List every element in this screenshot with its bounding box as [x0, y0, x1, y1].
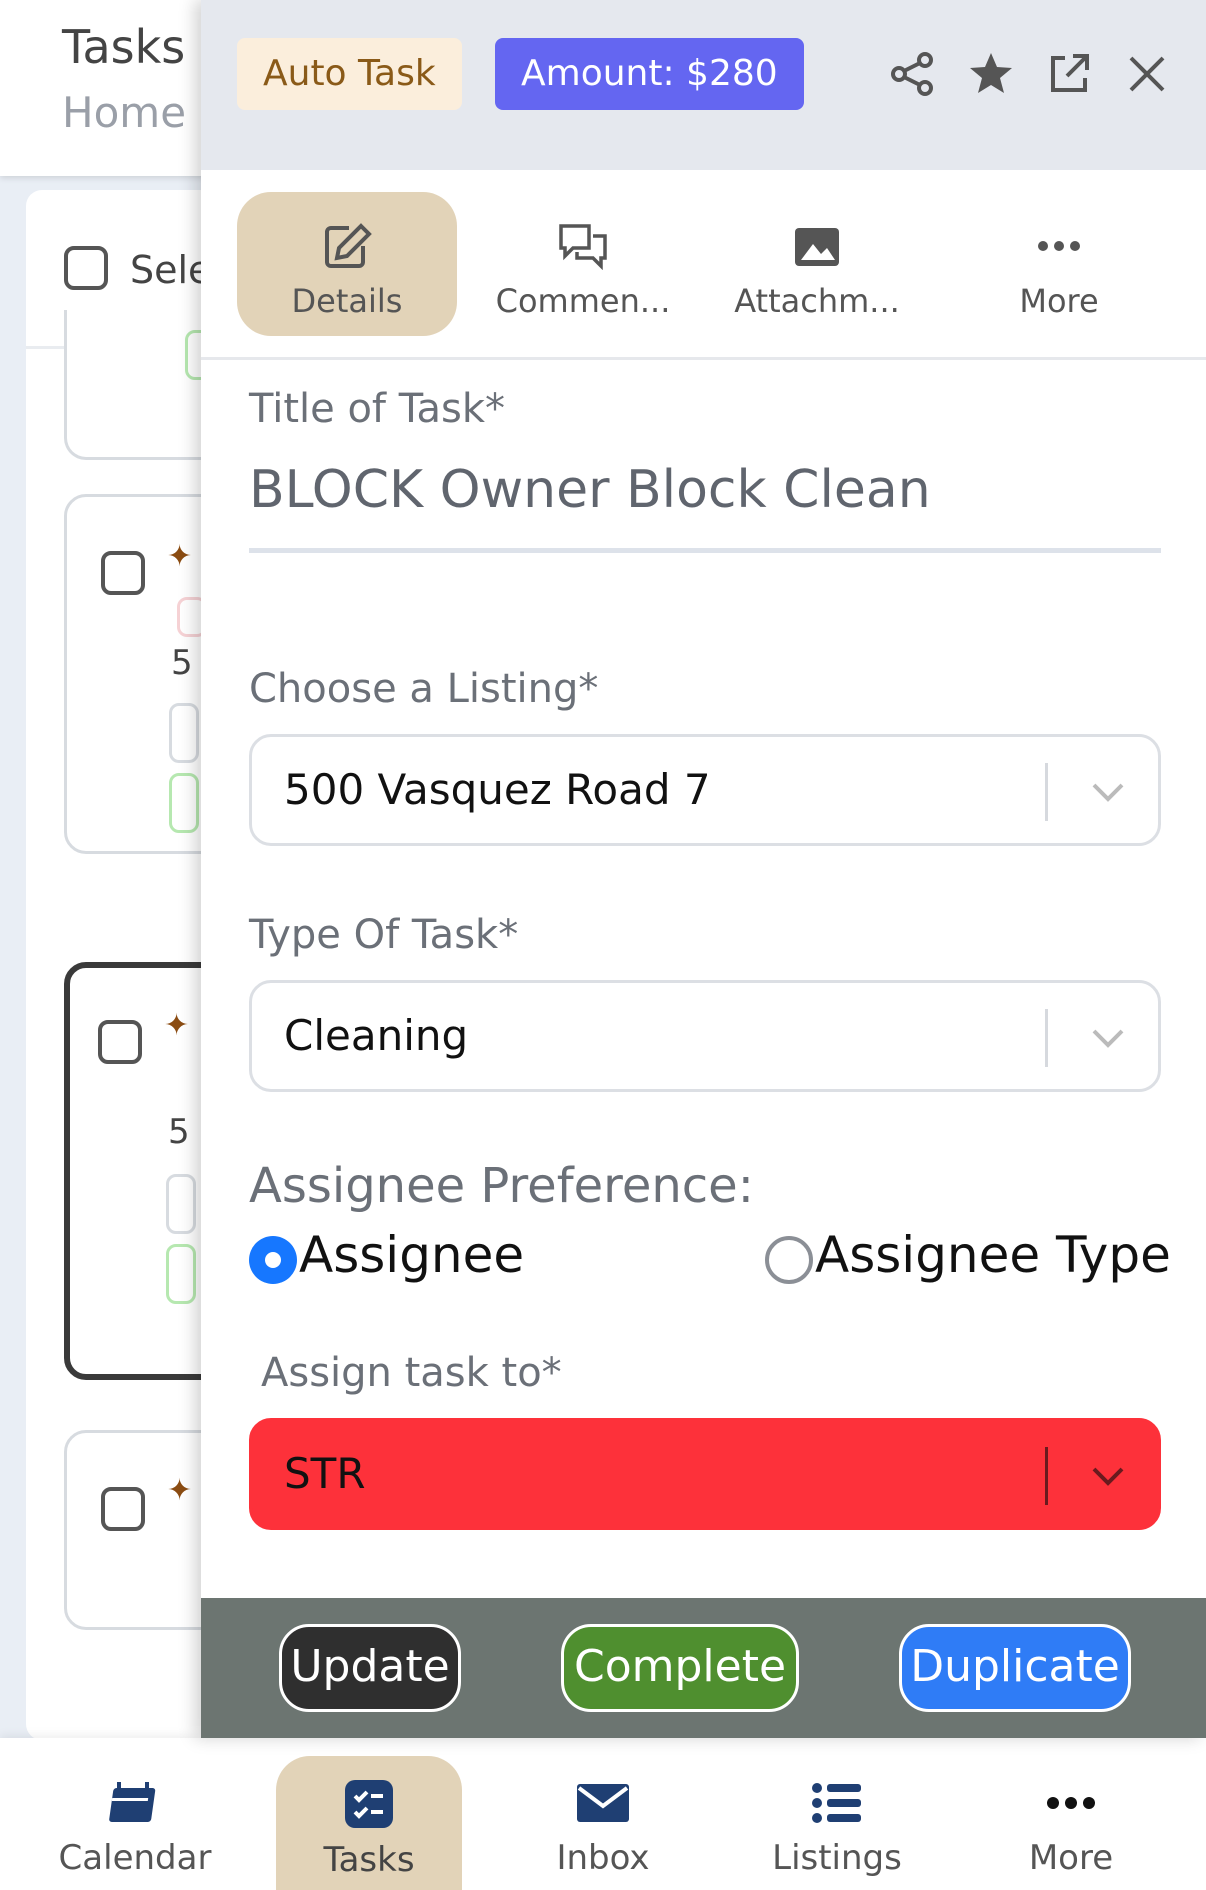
listing-label: Choose a Listing* — [249, 666, 599, 712]
radio-selected-icon — [249, 1236, 297, 1284]
nav-tasks[interactable]: Tasks — [276, 1756, 462, 1890]
update-button[interactable]: Update — [279, 1624, 461, 1712]
calendar-icon — [109, 1782, 156, 1822]
card-text: 5 — [168, 1112, 190, 1152]
type-label: Type Of Task* — [249, 912, 519, 958]
page-title: Tasks — [62, 20, 186, 74]
nav-calendar[interactable]: Calendar — [40, 1738, 230, 1890]
assign-task-select[interactable]: STR — [249, 1418, 1161, 1530]
tag-pill — [169, 703, 199, 763]
nav-more-label: More — [1028, 1838, 1114, 1878]
tasks-icon — [345, 1780, 393, 1828]
tab-comments[interactable]: Commen... — [473, 192, 693, 336]
bottom-navigation: Calendar Tasks Inbox Listings More — [0, 1738, 1206, 1890]
nav-inbox-label: Inbox — [556, 1838, 650, 1878]
radio-assignee-type-label: Assignee Type — [815, 1226, 1171, 1284]
select-all-checkbox[interactable] — [64, 246, 108, 290]
inbox-icon — [577, 1784, 629, 1822]
complete-button[interactable]: Complete — [561, 1624, 799, 1712]
auto-task-icon: ✦ — [167, 1473, 193, 1508]
task-type-select[interactable]: Cleaning — [249, 980, 1161, 1092]
drawer-header: Auto Task Amount: $280 — [201, 0, 1206, 170]
auto-task-icon: ✦ — [164, 1008, 190, 1043]
share-icon[interactable] — [889, 50, 937, 98]
nav-listings-label: Listings — [772, 1838, 902, 1878]
tab-more[interactable]: More — [949, 192, 1169, 336]
radio-assignee-type[interactable]: Assignee Type — [765, 1226, 1171, 1288]
title-label: Title of Task* — [249, 386, 506, 432]
nav-more[interactable]: More — [976, 1738, 1166, 1890]
task-checkbox[interactable] — [98, 1020, 142, 1064]
tab-comments-label: Commen... — [495, 282, 671, 320]
card-text: 5 — [171, 643, 193, 683]
task-card[interactable]: ✦ — [64, 1430, 216, 1630]
listing-select[interactable]: 500 Vasquez Road 7 — [249, 734, 1161, 846]
more-icon — [1047, 1797, 1095, 1809]
edit-icon — [325, 223, 372, 268]
tab-details[interactable]: Details — [237, 192, 457, 336]
comments-icon — [559, 224, 607, 270]
listings-icon — [812, 1783, 861, 1823]
assign-value: STR — [284, 1449, 366, 1498]
auto-task-badge: Auto Task — [237, 38, 462, 110]
assign-label: Assign task to* — [261, 1350, 562, 1396]
nav-listings[interactable]: Listings — [742, 1738, 932, 1890]
image-icon — [795, 228, 839, 266]
nav-calendar-label: Calendar — [58, 1838, 212, 1878]
star-icon[interactable] — [967, 50, 1015, 98]
divider — [1045, 1447, 1048, 1505]
tab-more-label: More — [1019, 282, 1099, 320]
tag-pill — [166, 1174, 196, 1234]
action-bar: Update Complete Duplicate — [201, 1598, 1206, 1738]
task-card[interactable]: ✦ 5 — [64, 494, 216, 854]
more-icon — [1038, 241, 1080, 251]
duplicate-button[interactable]: Duplicate — [899, 1624, 1131, 1712]
tab-attachments-label: Attachm... — [734, 282, 900, 320]
tab-details-label: Details — [291, 282, 403, 320]
title-underline — [249, 548, 1161, 553]
page-subtitle: Home — [62, 88, 187, 137]
tag-pill — [169, 773, 199, 833]
chevron-down-icon — [1092, 1467, 1124, 1486]
divider — [1045, 1009, 1048, 1067]
task-card-selected[interactable]: ✦ 5 — [64, 962, 216, 1380]
title-input[interactable]: BLOCK Owner Block Clean — [249, 460, 931, 520]
assignee-preference-label: Assignee Preference: — [249, 1158, 754, 1214]
background-header: Tasks Home — [0, 0, 210, 176]
detail-tabs: Details Commen... Attachm... More — [201, 170, 1206, 360]
nav-tasks-label: Tasks — [323, 1840, 415, 1880]
nav-inbox[interactable]: Inbox — [508, 1738, 698, 1890]
task-type-value: Cleaning — [284, 1011, 469, 1060]
task-detail-drawer: Auto Task Amount: $280 Details Commen...… — [201, 0, 1206, 1738]
chevron-down-icon — [1092, 1029, 1124, 1048]
radio-assignee[interactable]: Assignee — [249, 1226, 549, 1288]
radio-assignee-label: Assignee — [299, 1226, 525, 1284]
chevron-down-icon — [1092, 783, 1124, 802]
divider — [1045, 763, 1048, 821]
task-checkbox[interactable] — [101, 1487, 145, 1531]
amount-badge: Amount: $280 — [495, 38, 804, 110]
open-external-icon[interactable] — [1045, 50, 1093, 98]
tab-attachments[interactable]: Attachm... — [707, 192, 927, 336]
close-icon[interactable] — [1123, 50, 1171, 98]
task-card[interactable] — [64, 310, 216, 460]
tag-pill — [166, 1244, 196, 1304]
task-list: Sele ✦ 5 ✦ 5 ✦ — [26, 190, 216, 1740]
select-all-label: Sele — [130, 248, 212, 292]
auto-task-icon: ✦ — [167, 539, 193, 574]
listing-value: 500 Vasquez Road 7 — [284, 765, 711, 814]
radio-unselected-icon — [765, 1236, 813, 1284]
task-checkbox[interactable] — [101, 551, 145, 595]
